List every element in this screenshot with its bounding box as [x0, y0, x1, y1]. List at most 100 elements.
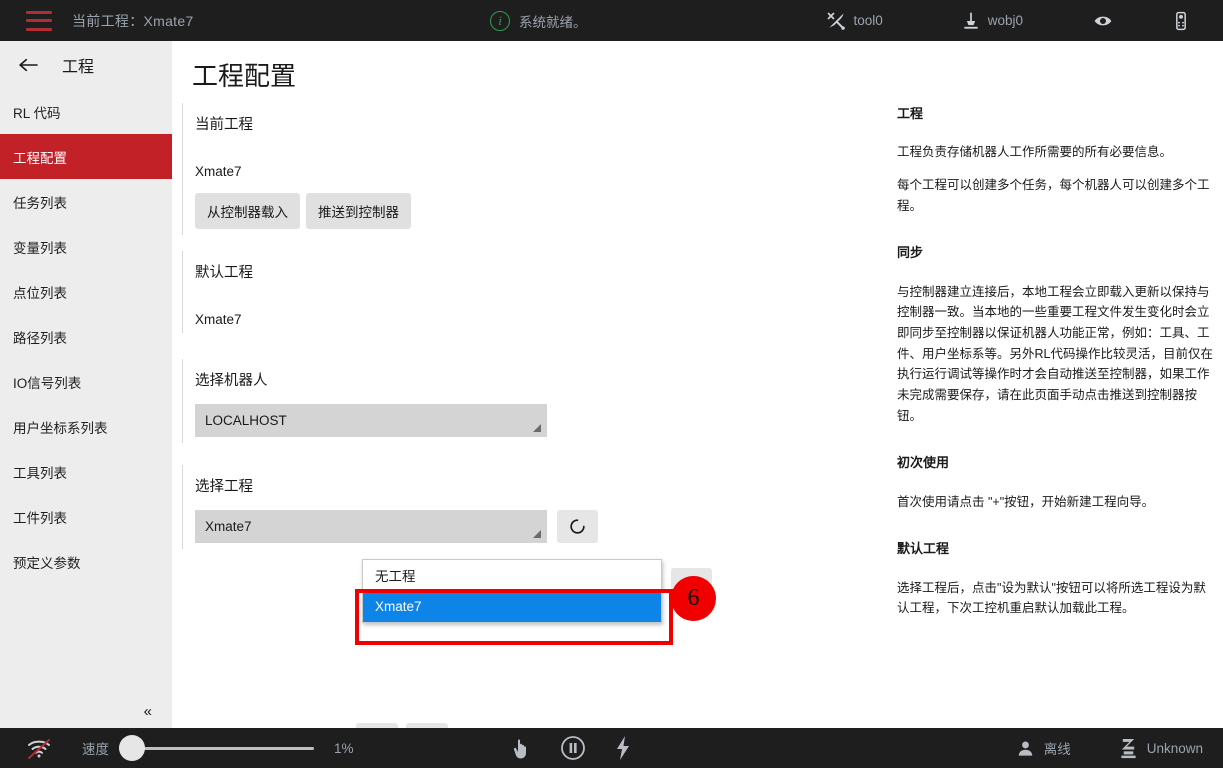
- user-icon: [1016, 739, 1035, 758]
- help-text-sync-1: 与控制器建立连接后，本地工程会立即载入更新以保持与控制器一致。当本地的一些重要工…: [897, 282, 1217, 426]
- sidebar-item-label: RL 代码: [13, 102, 61, 122]
- sidebar-item-project-config[interactable]: 工程配置: [0, 134, 172, 179]
- workobject-selector[interactable]: wobj0: [951, 11, 1033, 31]
- refresh-projects-button[interactable]: [557, 510, 598, 543]
- user-status-label: 离线: [1044, 738, 1071, 758]
- status-bar-right-group: 离线 Unknown: [1016, 738, 1203, 759]
- info-circle-icon: i: [490, 11, 510, 31]
- main-content: 工程配置 当前工程 Xmate7 从控制器载入 推送到控制器 默认工程 Xmat…: [172, 41, 1223, 728]
- system-status: i 系统就绪。: [490, 0, 587, 41]
- sidebar-item-predefined-params[interactable]: 预定义参数: [0, 539, 172, 584]
- hamburger-menu-icon[interactable]: [26, 11, 52, 31]
- sidebar-item-label: 用户坐标系列表: [13, 417, 108, 437]
- speed-value: 1%: [334, 741, 354, 756]
- sidebar-item-label: 工程配置: [13, 147, 67, 167]
- sidebar-item-rl-code[interactable]: RL 代码: [0, 89, 172, 134]
- select-project-label: 选择工程: [195, 475, 662, 496]
- speed-slider[interactable]: [119, 735, 314, 761]
- workobject-icon: [961, 11, 981, 31]
- teach-pendant-icon: [1171, 11, 1191, 31]
- help-heading-default-project: 默认工程: [897, 538, 1217, 559]
- tool-icon: [826, 11, 846, 31]
- sidebar-item-label: 工具列表: [13, 462, 67, 482]
- annotation-step-badge: 6: [671, 576, 716, 621]
- robot-arm-icon: [1119, 738, 1138, 759]
- current-project-label: 当前工程: [195, 113, 662, 134]
- sidebar-item-tool-list[interactable]: 工具列表: [0, 449, 172, 494]
- sidebar-item-label: 工件列表: [13, 507, 67, 527]
- sidebar-header: 工程: [0, 41, 172, 89]
- sidebar-item-label: 任务列表: [13, 192, 67, 212]
- help-heading-first-use: 初次使用: [897, 452, 1217, 473]
- top-bar-right-group: tool0 wobj0: [816, 0, 1223, 41]
- sidebar-title: 工程: [62, 53, 94, 77]
- robot-status[interactable]: Unknown: [1119, 738, 1203, 759]
- arrow-left-icon[interactable]: [18, 57, 40, 73]
- status-bar: 速度 1% 离线: [0, 728, 1223, 768]
- current-project-actions: 从控制器载入 推送到控制器: [195, 193, 662, 229]
- current-project-label: 当前工程：Xmate7: [72, 11, 194, 31]
- sidebar-item-task-list[interactable]: 任务列表: [0, 179, 172, 224]
- config-form-column: 当前工程 Xmate7 从控制器载入 推送到控制器 默认工程 Xmate7 选择…: [182, 103, 662, 549]
- sidebar-item-label: IO信号列表: [13, 372, 81, 392]
- speed-slider-knob[interactable]: [119, 735, 145, 761]
- system-status-text: 系统就绪。: [519, 11, 587, 31]
- page-title: 工程配置: [192, 56, 296, 93]
- help-heading-sync: 同步: [897, 242, 1217, 263]
- select-project-dropdown[interactable]: Xmate7: [195, 510, 547, 543]
- application-window: 当前工程：Xmate7 i 系统就绪。 tool0: [0, 0, 1223, 768]
- speed-slider-track: [119, 747, 314, 750]
- lightning-bolt-icon[interactable]: [614, 735, 632, 761]
- status-bar-center-controls: [510, 735, 632, 761]
- teach-pendant-button[interactable]: [1161, 11, 1201, 31]
- sidebar-item-label: 预定义参数: [13, 552, 81, 572]
- current-project-value: Xmate7: [195, 164, 662, 179]
- dropdown-option-label: Xmate7: [375, 599, 422, 614]
- sidebar-item-label: 路径列表: [13, 327, 67, 347]
- sidebar-item-variable-list[interactable]: 变量列表: [0, 224, 172, 269]
- push-to-controller-button[interactable]: 推送到控制器: [306, 193, 411, 229]
- default-project-label: 默认工程: [195, 261, 662, 282]
- chevron-down-icon: [533, 424, 541, 432]
- help-text-project-2: 每个工程可以创建多个任务，每个机器人可以创建多个工程。: [897, 175, 1217, 216]
- select-robot-section: 选择机器人 LOCALHOST: [182, 359, 662, 443]
- sidebar-item-label: 变量列表: [13, 237, 67, 257]
- load-from-controller-button[interactable]: 从控制器载入: [195, 193, 300, 229]
- sidebar-item-label: 点位列表: [13, 282, 67, 302]
- user-status[interactable]: 离线: [1016, 738, 1071, 758]
- help-text-default-project-1: 选择工程后，点击"设为默认"按钮可以将所选工程设为默认工程，下次工控机重启默认加…: [897, 578, 1217, 619]
- chevron-double-left-icon[interactable]: «: [144, 703, 150, 720]
- robot-status-label: Unknown: [1147, 741, 1203, 756]
- tool-label: tool0: [853, 13, 882, 28]
- dropdown-option-none[interactable]: 无工程: [363, 560, 661, 590]
- help-heading-project: 工程: [897, 103, 1217, 124]
- select-robot-dropdown[interactable]: LOCALHOST: [195, 404, 547, 437]
- sidebar-item-path-list[interactable]: 路径列表: [0, 314, 172, 359]
- select-project-option-list: 无工程 Xmate7: [362, 559, 662, 623]
- chevron-down-icon: [533, 530, 541, 538]
- sidebar-item-workpiece-list[interactable]: 工件列表: [0, 494, 172, 539]
- select-project-section: 选择工程 Xmate7: [182, 465, 662, 549]
- help-text-project-1: 工程负责存储机器人工作所需要的所有必要信息。: [897, 142, 1217, 163]
- select-robot-value: LOCALHOST: [205, 413, 287, 428]
- help-text-first-use-1: 首次使用请点击 "+"按钮，开始新建工程向导。: [897, 492, 1217, 513]
- workobject-label: wobj0: [988, 13, 1023, 28]
- sidebar-item-point-list[interactable]: 点位列表: [0, 269, 172, 314]
- current-project-section: 当前工程 Xmate7 从控制器载入 推送到控制器: [182, 103, 662, 235]
- help-panel: 工程 工程负责存储机器人工作所需要的所有必要信息。 每个工程可以创建多个任务，每…: [897, 103, 1217, 631]
- select-robot-label: 选择机器人: [195, 369, 662, 390]
- hand-pointer-icon[interactable]: [510, 736, 532, 760]
- sidebar-item-user-frame-list[interactable]: 用户坐标系列表: [0, 404, 172, 449]
- wifi-off-icon[interactable]: [26, 737, 52, 759]
- dropdown-option-xmate7[interactable]: Xmate7: [363, 590, 661, 622]
- dropdown-option-label: 无工程: [375, 565, 416, 585]
- tool-selector[interactable]: tool0: [816, 11, 892, 31]
- eye-icon: [1093, 11, 1113, 31]
- pause-circle-icon[interactable]: [560, 735, 586, 761]
- sidebar: 工程 RL 代码 工程配置 任务列表 变量列表 点位列表 路径列表 IO信号列表…: [0, 41, 172, 728]
- view-toggle[interactable]: [1083, 11, 1123, 31]
- default-project-section: 默认工程 Xmate7: [182, 251, 662, 333]
- speed-label: 速度: [82, 738, 109, 758]
- sidebar-item-io-signal-list[interactable]: IO信号列表: [0, 359, 172, 404]
- default-project-value: Xmate7: [195, 312, 662, 327]
